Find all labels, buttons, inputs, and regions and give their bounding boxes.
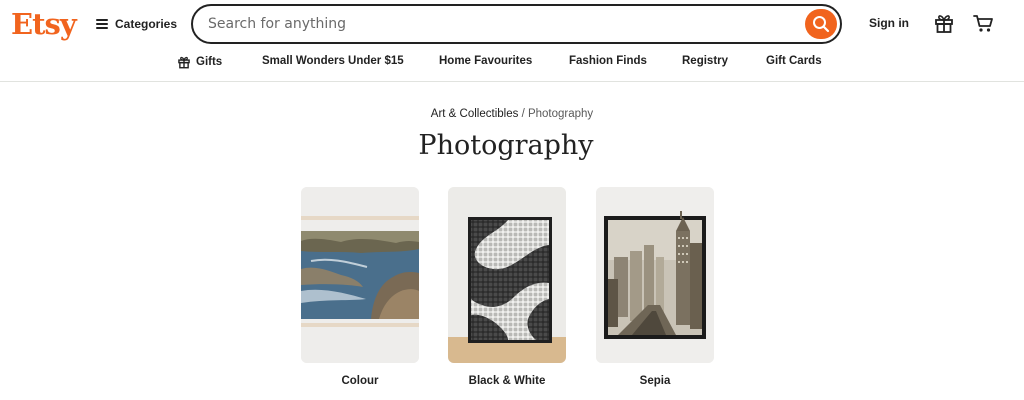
search-bar: [191, 4, 842, 44]
nav-item-label: Registry: [682, 55, 729, 67]
mosaic-pavement-print: [448, 187, 566, 363]
category-card-colour[interactable]: Colour: [301, 187, 419, 387]
nav-item-label: Small Wonders Under $15: [262, 55, 404, 67]
nav-item-fashion-finds[interactable]: Fashion Finds: [569, 55, 647, 67]
breadcrumb-current: Photography: [527, 108, 594, 120]
breadcrumb-parent-link[interactable]: Art & Collectibles: [431, 108, 519, 120]
nav-item-gift-cards[interactable]: Gift Cards: [766, 55, 822, 67]
breadcrumb-separator: /: [521, 108, 525, 120]
search-input[interactable]: [208, 16, 788, 32]
categories-label: Categories: [115, 17, 178, 31]
nav-item-label: Fashion Finds: [569, 55, 647, 67]
search-button[interactable]: [805, 9, 837, 39]
site-header: Etsy Categories Sign in: [0, 0, 1024, 82]
categories-button[interactable]: Categories: [96, 15, 177, 33]
cart-icon[interactable]: [972, 12, 994, 34]
nav-item-label: Gifts: [196, 56, 223, 68]
gift-icon: [178, 56, 190, 69]
category-nav: Gifts Small Wonders Under $15 Home Favou…: [0, 53, 1024, 71]
hamburger-icon: [96, 19, 108, 29]
etsy-logo[interactable]: Etsy: [11, 7, 77, 41]
nav-item-label: Gift Cards: [766, 55, 822, 67]
nav-item-label: Home Favourites: [439, 55, 533, 67]
category-card-sepia[interactable]: Sepia: [596, 187, 714, 387]
nav-item-registry[interactable]: Registry: [682, 55, 728, 67]
page-title: Photography: [418, 130, 594, 161]
category-card-label: Black & White: [468, 375, 546, 387]
breadcrumb: Art & Collectibles / Photography: [0, 108, 1024, 120]
category-card-label: Sepia: [639, 375, 671, 387]
gift-icon[interactable]: [933, 12, 955, 34]
sign-in-link[interactable]: Sign in: [869, 16, 909, 30]
coastal-landscape-photo: [301, 187, 419, 363]
city-skyline-framed-print: [596, 187, 714, 363]
category-card-label: Colour: [341, 375, 379, 387]
nav-item-gifts[interactable]: Gifts: [177, 55, 222, 69]
nav-item-small-wonders[interactable]: Small Wonders Under $15: [262, 55, 404, 67]
category-card-black-white[interactable]: Black & White: [448, 187, 566, 387]
search-icon: [813, 16, 830, 33]
nav-item-home-favourites[interactable]: Home Favourites: [439, 55, 532, 67]
